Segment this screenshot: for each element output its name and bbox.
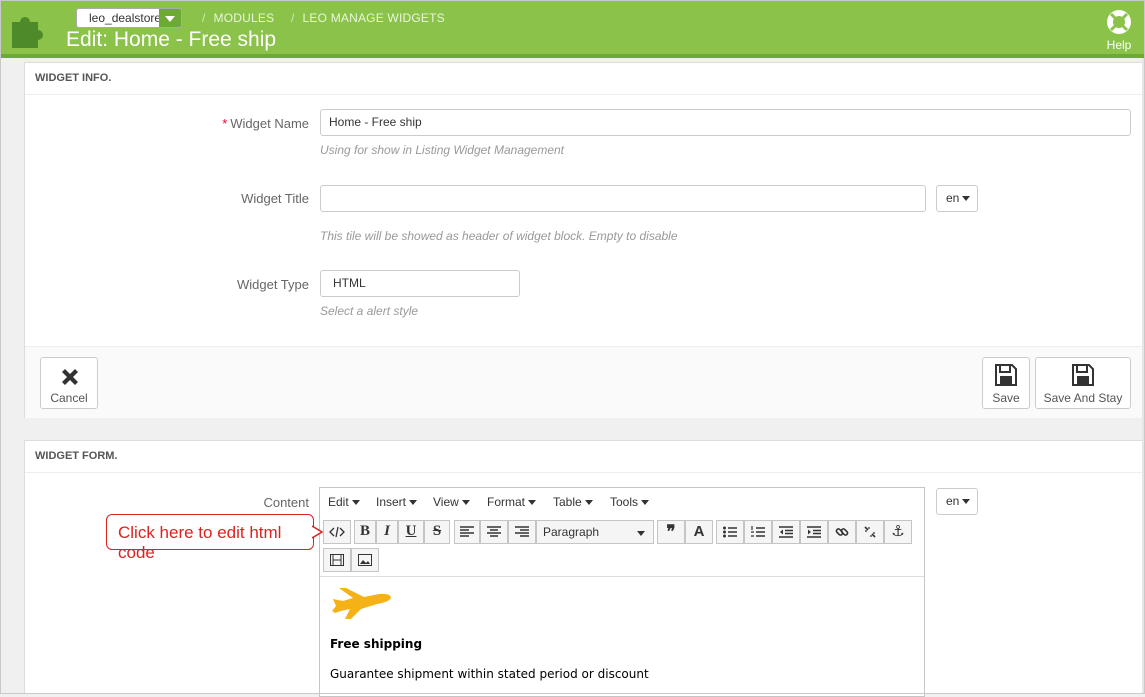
- text-color-button[interactable]: A: [685, 520, 713, 544]
- link-button[interactable]: [828, 520, 856, 544]
- save-button[interactable]: Save: [982, 357, 1030, 409]
- underline-button[interactable]: U: [398, 520, 424, 544]
- bullet-list-button[interactable]: [716, 520, 744, 544]
- link-icon: [835, 528, 849, 536]
- top-header: leo_dealstore / MODULES / LEO MANAGE WIDGE…: [0, 0, 1145, 58]
- content-text: Guarantee shipment within stated period …: [330, 667, 649, 681]
- content-lang-button[interactable]: en: [936, 488, 978, 515]
- widget-type-label: Widget Type: [236, 277, 309, 292]
- menu-table[interactable]: Table: [553, 495, 593, 509]
- align-right-button[interactable]: [508, 520, 536, 544]
- insert-video-button[interactable]: [323, 548, 351, 572]
- unlink-icon: [864, 526, 876, 538]
- close-icon: [62, 369, 78, 385]
- help-button[interactable]: Help: [1103, 8, 1135, 52]
- widget-title-help: This tile will be showed as header of wi…: [320, 229, 678, 243]
- breadcrumb-leo-manage-widgets[interactable]: / LEO MANAGE WIDGETS: [291, 11, 445, 25]
- outdent-button[interactable]: [772, 520, 800, 544]
- menu-insert[interactable]: Insert: [376, 495, 418, 509]
- format-select[interactable]: Paragraph: [536, 520, 654, 544]
- italic-button[interactable]: I: [376, 520, 398, 544]
- indent-button[interactable]: [800, 520, 828, 544]
- airplane-icon: [332, 588, 391, 619]
- align-left-icon: [460, 526, 474, 537]
- source-code-callout: Click here to edit html code: [106, 514, 314, 562]
- floppy-disk-icon: [1072, 364, 1094, 386]
- image-icon: [358, 554, 372, 566]
- floppy-disk-icon: [995, 364, 1017, 386]
- widget-title-input[interactable]: [320, 185, 926, 212]
- bullet-list-icon: [723, 526, 737, 538]
- bold-button[interactable]: B: [354, 520, 376, 544]
- widget-name-label: * Widget Name: [222, 116, 309, 131]
- shop-selector[interactable]: leo_dealstore: [76, 8, 182, 28]
- menu-format[interactable]: Format: [487, 495, 537, 509]
- widget-info-panel: WIDGET INFO. * Widget Name Home - Free sh…: [24, 62, 1144, 418]
- menu-tools[interactable]: Tools: [610, 495, 650, 509]
- editor-menubar: Edit Insert View Format Table Tools: [320, 488, 924, 516]
- source-code-button[interactable]: [323, 520, 351, 544]
- blockquote-button[interactable]: ❞: [657, 520, 685, 544]
- numbered-list-button[interactable]: [744, 520, 772, 544]
- widget-form-heading: WIDGET FORM.: [25, 441, 1144, 473]
- save-and-stay-button[interactable]: Save And Stay: [1035, 357, 1131, 409]
- widget-name-help: Using for show in Listing Widget Managem…: [320, 143, 565, 157]
- insert-image-button[interactable]: [351, 548, 379, 572]
- rich-text-editor[interactable]: Edit Insert View Format Table Tools B I …: [319, 487, 925, 697]
- code-icon: [329, 526, 345, 538]
- align-center-icon: [487, 526, 501, 537]
- strikethrough-button[interactable]: S: [424, 520, 450, 544]
- numbered-list-icon: [751, 526, 765, 537]
- widget-info-heading: WIDGET INFO.: [25, 63, 1144, 95]
- puzzle-logo-icon: [12, 17, 43, 48]
- editor-content-area[interactable]: Free shipping Guarantee shipment within …: [320, 576, 924, 696]
- panel-footer: Cancel Save Save And Stay: [25, 346, 1144, 418]
- align-center-button[interactable]: [480, 520, 508, 544]
- align-right-icon: [515, 526, 529, 537]
- cancel-button[interactable]: Cancel: [40, 357, 98, 409]
- content-label: Content: [263, 495, 309, 510]
- widget-title-lang-button[interactable]: en: [936, 185, 978, 212]
- menu-edit[interactable]: Edit: [328, 495, 360, 509]
- widget-title-label: Widget Title: [241, 191, 309, 206]
- anchor-button[interactable]: ⚓: [884, 520, 912, 544]
- page-title: Edit: Home - Free ship: [66, 28, 277, 51]
- content-title: Free shipping: [330, 637, 423, 651]
- breadcrumb-modules[interactable]: / MODULES: [202, 11, 274, 25]
- shop-selector-value: leo_dealstore: [89, 11, 161, 25]
- lifebuoy-icon: [1107, 10, 1131, 34]
- callout-arrow: [312, 525, 324, 539]
- outdent-icon: [779, 526, 793, 538]
- help-label: Help: [1106, 38, 1132, 52]
- widget-type-help: Select a alert style: [320, 304, 419, 318]
- widget-type-select[interactable]: HTML: [320, 270, 520, 297]
- widget-name-input[interactable]: Home - Free ship: [320, 109, 1131, 136]
- chevron-down-icon[interactable]: [159, 9, 181, 27]
- film-icon: [330, 554, 344, 566]
- indent-icon: [807, 526, 821, 538]
- unlink-button[interactable]: [856, 520, 884, 544]
- align-left-button[interactable]: [454, 520, 480, 544]
- menu-view[interactable]: View: [433, 495, 470, 509]
